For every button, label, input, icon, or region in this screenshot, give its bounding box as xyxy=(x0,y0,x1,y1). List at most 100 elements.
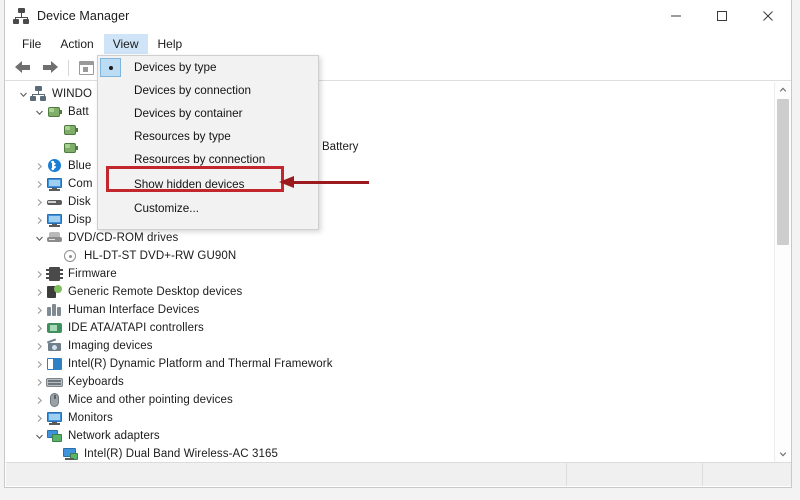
forward-button[interactable] xyxy=(37,57,61,79)
tree-row[interactable]: HL-DT-ST DVD+-RW GU90N xyxy=(6,247,776,265)
chevron-right-icon[interactable] xyxy=(32,409,46,427)
menu-item-devices-by-container[interactable]: Devices by container xyxy=(98,102,318,125)
tree-row-label: Generic Remote Desktop devices xyxy=(68,286,243,298)
tree-row[interactable]: DVD/CD-ROM drives xyxy=(6,229,776,247)
tree-row[interactable]: Generic Remote Desktop devices xyxy=(6,283,776,301)
menu-item-label: Devices by type xyxy=(134,61,217,74)
chevron-right-icon[interactable] xyxy=(32,157,46,175)
computer-node-icon xyxy=(30,86,47,102)
chevron-right-icon[interactable] xyxy=(32,211,46,229)
firmware-icon xyxy=(46,266,63,282)
battery-icon xyxy=(62,140,79,156)
tree-row-label: Firmware xyxy=(68,268,117,280)
minimize-icon[interactable] xyxy=(653,0,699,32)
tree-row[interactable]: IDE ATA/ATAPI controllers xyxy=(6,319,776,337)
ide-controller-icon xyxy=(46,320,63,336)
window-controls xyxy=(653,0,791,32)
menu-item-resources-by-type[interactable]: Resources by type xyxy=(98,125,318,148)
chevron-right-icon[interactable] xyxy=(32,373,46,391)
view-dropdown-menu[interactable]: Devices by type Devices by connection De… xyxy=(97,55,319,230)
properties-button[interactable] xyxy=(74,57,98,79)
tree-row[interactable]: Human Interface Devices xyxy=(6,301,776,319)
battery-icon xyxy=(46,104,63,120)
window-title: Device Manager xyxy=(37,9,130,23)
mouse-icon xyxy=(46,392,63,408)
device-manager-window: Device Manager File Action View Help WIN… xyxy=(4,0,792,488)
tree-row-label: Disk xyxy=(68,196,91,208)
tree-row-label: Disp xyxy=(68,214,92,226)
toolbar-separator xyxy=(68,59,69,76)
tree-row-label: Keyboards xyxy=(68,376,124,388)
radio-selected-icon xyxy=(100,58,121,77)
chevron-right-icon[interactable] xyxy=(32,301,46,319)
tree-row[interactable]: Keyboards xyxy=(6,373,776,391)
status-bar xyxy=(6,462,791,486)
tree-row[interactable]: Monitors xyxy=(6,409,776,427)
device-manager-screenshot: Device Manager File Action View Help WIN… xyxy=(0,0,800,500)
tree-row-label: Mice and other pointing devices xyxy=(68,394,233,406)
hid-icon xyxy=(46,302,63,318)
menu-item-customize[interactable]: Customize... xyxy=(98,197,318,220)
close-icon[interactable] xyxy=(745,0,791,32)
tree-row[interactable]: Intel(R) Dynamic Platform and Thermal Fr… xyxy=(6,355,776,373)
tree-row-label: Intel(R) Dual Band Wireless-AC 3165 xyxy=(84,448,278,460)
menu-view[interactable]: View xyxy=(103,33,148,54)
menu-file[interactable]: File xyxy=(13,34,50,54)
dvd-drive-icon xyxy=(46,230,63,246)
chevron-down-icon[interactable] xyxy=(32,427,46,445)
chevron-down-icon[interactable] xyxy=(16,85,30,103)
menu-help[interactable]: Help xyxy=(149,34,192,54)
tree-row-label: Imaging devices xyxy=(68,340,153,352)
maximize-icon[interactable] xyxy=(699,0,745,32)
chevron-right-icon[interactable] xyxy=(32,391,46,409)
tree-row[interactable]: Network adapters xyxy=(6,427,776,445)
scrollbar-track[interactable] xyxy=(775,98,791,446)
remote-desktop-icon xyxy=(46,284,63,300)
tree-row-label: Blue xyxy=(68,160,92,172)
chevron-down-icon[interactable] xyxy=(32,229,46,247)
tree-row-label: Intel(R) Dynamic Platform and Thermal Fr… xyxy=(68,358,333,370)
tree-row[interactable]: Firmware xyxy=(6,265,776,283)
back-button[interactable] xyxy=(11,57,35,79)
vertical-scrollbar[interactable] xyxy=(774,82,791,462)
menu-item-devices-by-type[interactable]: Devices by type xyxy=(98,56,318,79)
scroll-down-icon[interactable] xyxy=(775,446,791,462)
scroll-up-icon[interactable] xyxy=(775,82,791,98)
tree-row[interactable]: Intel(R) Dual Band Wireless-AC 3165 xyxy=(6,445,776,462)
dvd-media-icon xyxy=(62,248,79,264)
tree-row-label: Human Interface Devices xyxy=(68,304,200,316)
forward-arrow-icon xyxy=(41,61,58,74)
tree-row-label: DVD/CD-ROM drives xyxy=(68,232,179,244)
back-arrow-icon xyxy=(14,61,32,74)
chevron-right-icon[interactable] xyxy=(32,355,46,373)
chevron-right-icon[interactable] xyxy=(32,337,46,355)
menu-item-devices-by-connection[interactable]: Devices by connection xyxy=(98,79,318,102)
disk-drive-icon xyxy=(46,194,63,210)
menu-item-label: Show hidden devices xyxy=(134,177,245,191)
chevron-down-icon[interactable] xyxy=(32,103,46,121)
scrollbar-thumb[interactable] xyxy=(777,99,789,245)
network-adapter-icon xyxy=(46,428,63,444)
menu-item-label: Resources by type xyxy=(134,130,231,143)
menu-item-label: Resources by connection xyxy=(134,153,266,166)
tree-row[interactable]: Imaging devices xyxy=(6,337,776,355)
battery-icon xyxy=(62,122,79,138)
chevron-right-icon[interactable] xyxy=(32,265,46,283)
menu-item-resources-by-connection[interactable]: Resources by connection xyxy=(98,148,318,171)
status-cell-secondary xyxy=(567,463,703,486)
chevron-right-icon[interactable] xyxy=(32,283,46,301)
properties-icon xyxy=(78,60,94,75)
chevron-right-icon[interactable] xyxy=(32,193,46,211)
imaging-device-icon xyxy=(46,338,63,354)
network-card-icon xyxy=(62,446,79,462)
chevron-right-icon[interactable] xyxy=(32,319,46,337)
menu-action[interactable]: Action xyxy=(51,34,102,54)
tree-row-label: HL-DT-ST DVD+-RW GU90N xyxy=(84,250,237,262)
chevron-right-icon[interactable] xyxy=(32,175,46,193)
menu-bar: File Action View Help xyxy=(5,32,791,55)
tree-row-label: WINDO xyxy=(52,88,93,100)
tree-row[interactable]: Mice and other pointing devices xyxy=(6,391,776,409)
tree-row-label: Batt xyxy=(68,106,89,118)
display-adapter-icon xyxy=(46,212,63,228)
menu-item-label: Devices by container xyxy=(134,107,243,120)
